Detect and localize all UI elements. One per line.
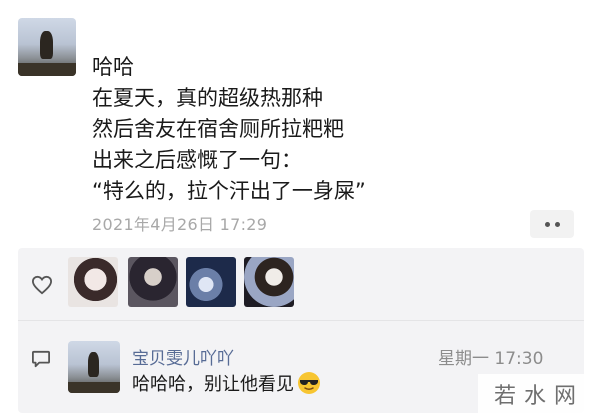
post-line: 在夏天，真的超级热那种 bbox=[92, 86, 323, 110]
liker-avatar[interactable] bbox=[186, 257, 236, 307]
post-line: 哈哈 bbox=[92, 55, 134, 79]
liker-avatar[interactable] bbox=[128, 257, 178, 307]
comment-icon bbox=[32, 350, 50, 368]
commenter-name[interactable]: 宝贝雯儿吖吖 bbox=[132, 344, 234, 369]
more-dots-icon bbox=[554, 221, 560, 227]
post-author-avatar[interactable] bbox=[18, 18, 76, 76]
heart-icon bbox=[31, 275, 53, 295]
more-dots-icon bbox=[544, 221, 550, 227]
more-button[interactable] bbox=[530, 210, 574, 238]
avatar-ground bbox=[68, 381, 120, 393]
liker-avatar[interactable] bbox=[68, 257, 118, 307]
watermark: 若水网 bbox=[478, 374, 600, 413]
commenter-avatar[interactable] bbox=[68, 341, 120, 393]
comment-text: 哈哈哈，别让他看见 bbox=[132, 370, 321, 396]
post-line: 出来之后感慨了一句： bbox=[92, 148, 302, 172]
post-content: 哈哈 在夏天，真的超级热那种 然后舍友在宿舍厕所拉粑粑 出来之后感慨了一句： “… bbox=[92, 52, 512, 207]
avatar-silhouette bbox=[40, 30, 53, 59]
comment-body: 哈哈哈，别让他看见 bbox=[132, 374, 294, 395]
sunglasses-emoji bbox=[298, 372, 320, 394]
comment-time: 星期一 17:30 bbox=[438, 349, 544, 369]
avatar-silhouette bbox=[87, 352, 100, 378]
avatar-ground bbox=[18, 63, 76, 76]
post-line: 然后舍友在宿舍厕所拉粑粑 bbox=[92, 117, 344, 141]
liker-avatar[interactable] bbox=[244, 257, 294, 307]
post-line: “特么的，拉个汗出了一身屎” bbox=[92, 179, 366, 203]
divider bbox=[18, 320, 584, 321]
post-timestamp: 2021年4月26日 17:29 bbox=[92, 215, 268, 234]
